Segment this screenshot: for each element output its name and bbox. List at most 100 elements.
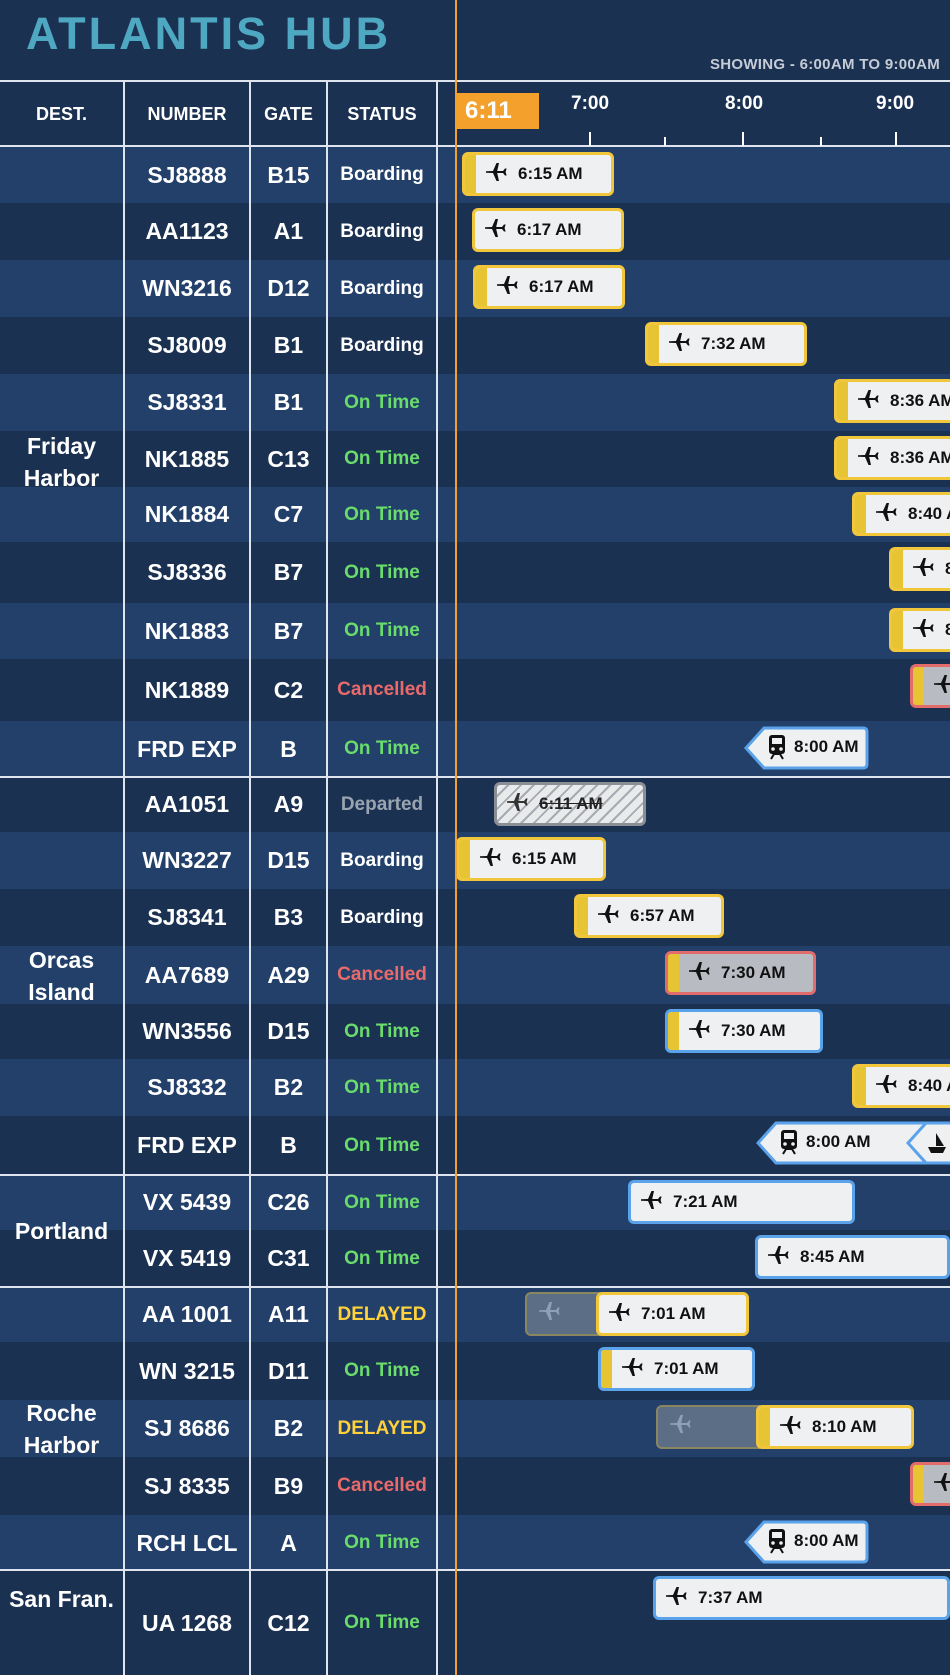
ptf-tab — [855, 1067, 866, 1105]
gate-value: B2 — [273, 1415, 304, 1441]
status-value: Cancelled — [337, 1475, 427, 1496]
tick-mark — [664, 137, 666, 146]
status-value: On Time — [344, 620, 420, 641]
airplane-icon — [495, 273, 519, 301]
flight-departure-bar[interactable] — [910, 664, 950, 708]
gate-value: B1 — [273, 389, 304, 415]
table-row[interactable]: SJ8009 B1 Boarding — [0, 317, 950, 374]
ptf-tab — [913, 667, 924, 705]
status-value: On Time — [344, 1612, 420, 1633]
flight-departure-bar[interactable]: 6:57 AM — [574, 894, 724, 938]
status-value: On Time — [344, 503, 420, 525]
flight-number: VX 5439 — [142, 1189, 232, 1215]
train-icon — [780, 1129, 798, 1155]
tick-label-7: 7:00 — [571, 93, 610, 114]
destination-name: Portland — [14, 1218, 109, 1244]
flight-departure-bar[interactable]: 8:10 AM — [756, 1405, 914, 1449]
table-row[interactable]: SJ8332 B2 On Time — [0, 1059, 950, 1116]
status-value: Boarding — [340, 334, 424, 356]
airplane-icon — [537, 1299, 561, 1330]
flight-number: UA 1268 — [142, 1609, 232, 1636]
flight-departure-bar[interactable]: 6:15 AM — [456, 837, 606, 881]
flight-departure-bar[interactable]: 8:45 AM — [755, 1235, 950, 1279]
table-row[interactable]: WN 3215 D11 On Time — [0, 1342, 950, 1400]
flight-departure-bar[interactable]: 6:11 AM — [494, 782, 646, 826]
gate-value: C31 — [267, 1245, 310, 1271]
departure-time: 7:30 AM — [721, 963, 786, 982]
flight-number: SJ 8335 — [144, 1472, 230, 1499]
original-schedule-bar — [525, 1292, 601, 1336]
departure-time: 8:45 AM — [800, 1247, 865, 1266]
gate-value: A1 — [273, 218, 304, 244]
flight-number: SJ8888 — [147, 161, 227, 188]
flight-departure-bar[interactable]: 6:17 AM — [473, 265, 625, 309]
header-divider — [0, 80, 950, 82]
current-time-line — [455, 0, 457, 1675]
flight-departure-bar[interactable]: 7:30 AM — [665, 951, 816, 995]
departure-time: 8:36 AM — [890, 391, 950, 410]
column-divider — [249, 82, 251, 1675]
airplane-icon — [664, 1584, 688, 1612]
flight-departure-bar[interactable]: 7:01 AM — [598, 1347, 755, 1391]
table-row[interactable]: SJ8331 B1 On Time — [0, 374, 950, 431]
tick-mark — [589, 132, 591, 146]
status-value: On Time — [344, 448, 420, 469]
flight-departure-bar[interactable]: 8:36 AM — [834, 436, 950, 480]
status-value: On Time — [344, 1532, 420, 1553]
airplane-icon — [478, 845, 502, 873]
departure-time: 7:01 AM — [654, 1359, 719, 1378]
flight-departure-bar[interactable] — [910, 1462, 950, 1506]
flight-number: SJ8332 — [147, 1074, 227, 1100]
flight-number: NK1883 — [144, 617, 230, 644]
destination-label: San Fran. — [0, 1571, 123, 1627]
table-row[interactable]: NK1885 C13 On Time — [0, 431, 950, 487]
ptf-tab — [459, 840, 470, 878]
airplane-icon — [483, 216, 507, 244]
flight-departure-bar[interactable]: 8:5 — [889, 608, 950, 652]
group-divider — [0, 1286, 950, 1288]
train-departure-bar[interactable]: 8:00 AM — [744, 726, 869, 770]
table-row[interactable]: NK1884 C7 On Time — [0, 487, 950, 542]
flight-departure-bar[interactable]: 8:36 AM — [834, 379, 950, 423]
gate-value: C13 — [267, 445, 310, 472]
gate-value: D11 — [268, 1357, 309, 1384]
flight-number: SJ8336 — [147, 559, 227, 585]
flight-departure-bar[interactable]: 7:21 AM — [628, 1180, 855, 1224]
gate-value: B7 — [273, 617, 304, 644]
flight-number: RCH LCL — [136, 1529, 238, 1556]
gate-value: B9 — [273, 1472, 304, 1499]
flight-departure-bar[interactable]: 8:40 A — [852, 1064, 950, 1108]
gate-value: D15 — [267, 1018, 310, 1044]
flight-departure-bar[interactable]: 6:17 AM — [472, 208, 624, 252]
table-row[interactable]: NK1883 B7 On Time — [0, 603, 950, 659]
destination-name: Roche Harbor — [23, 1400, 100, 1458]
airplane-icon — [687, 1017, 711, 1045]
flight-departure-bar[interactable]: 8:40 AM — [852, 492, 950, 536]
group-divider — [0, 776, 950, 778]
table-row[interactable]: AA 1001 A11 DELAYED — [0, 1287, 950, 1342]
flight-number: NK1885 — [144, 445, 230, 472]
status-value: Boarding — [340, 164, 424, 185]
departure-time: 7:32 AM — [701, 334, 766, 353]
gate-value: C7 — [273, 501, 304, 527]
ptf-tab — [892, 550, 903, 588]
gate-value: B1 — [273, 332, 304, 358]
train-departure-bar[interactable]: 8:00 AM — [744, 1520, 869, 1564]
flight-departure-bar[interactable]: 8:5 — [889, 547, 950, 591]
table-row[interactable]: SJ8341 B3 Boarding — [0, 889, 950, 946]
flight-departure-bar[interactable]: 6:15 AM — [462, 152, 614, 196]
airplane-icon — [874, 1072, 898, 1100]
departure-time: 8:5 — [945, 559, 950, 579]
flight-departure-bar[interactable]: 7:01 AM — [596, 1292, 749, 1336]
board-header: ATLANTIS HUB SHOWING - 6:00AM TO 9:00AM — [0, 0, 950, 80]
table-row[interactable]: AA1051 A9 Departed — [0, 777, 950, 832]
table-row[interactable]: NK1889 C2 Cancelled — [0, 659, 950, 721]
departure-time: 6:15 AM — [518, 164, 583, 183]
flight-departure-bar[interactable]: 7:37 AM — [653, 1576, 950, 1620]
original-schedule-bar — [656, 1405, 760, 1449]
train-departure-bar[interactable]: 8:00 AM — [756, 1121, 950, 1165]
table-row[interactable]: SJ 8335 B9 Cancelled — [0, 1457, 950, 1515]
flight-departure-bar[interactable]: 7:30 AM — [665, 1009, 823, 1053]
flight-departure-bar[interactable]: 7:32 AM — [645, 322, 807, 366]
table-row[interactable]: SJ8336 B7 On Time — [0, 542, 950, 603]
